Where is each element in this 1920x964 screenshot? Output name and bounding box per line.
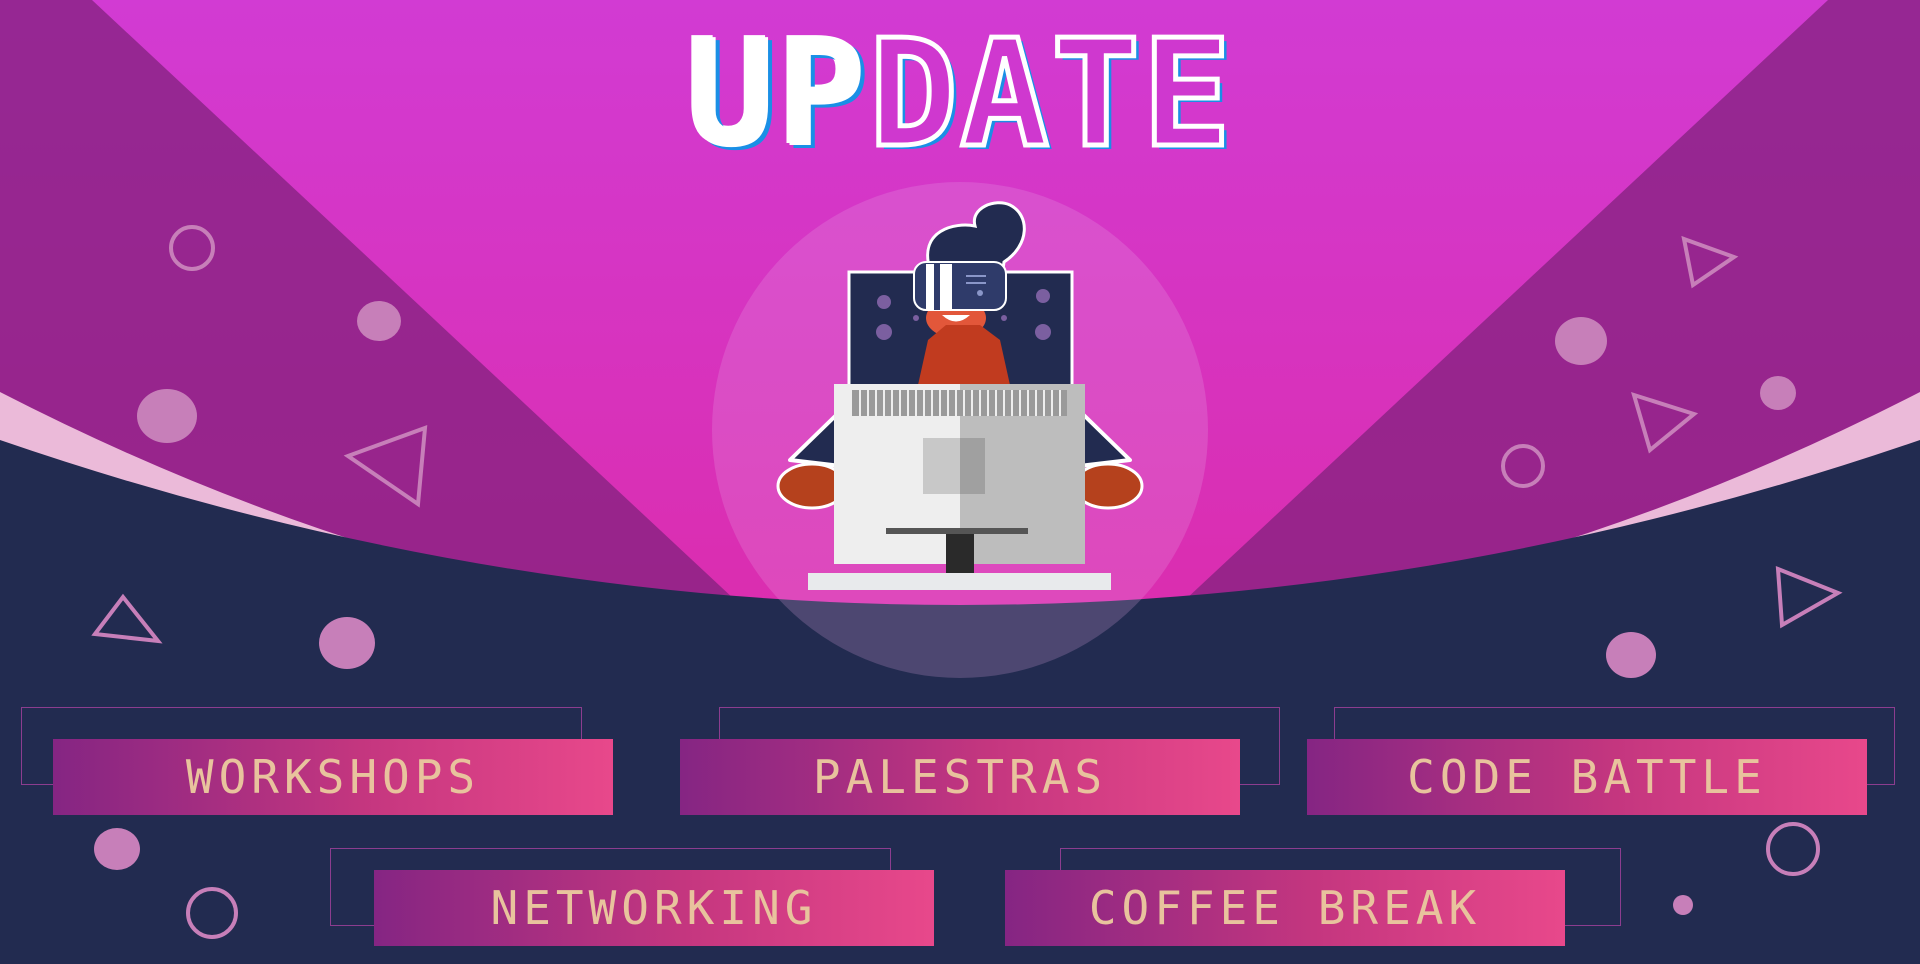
networking-button[interactable]: NETWORKING: [374, 870, 934, 946]
dot-shape: [1760, 376, 1796, 410]
title-part-outline: DATE: [866, 8, 1234, 180]
monitor-stand: [946, 534, 974, 578]
monitor-ports: [886, 528, 1028, 534]
dot-shape: [1606, 632, 1656, 678]
dot-shape: [319, 617, 375, 669]
event-banner: UPDATE WORKSHOPS PALESTRAS CODE BATTLE N…: [0, 0, 1920, 964]
dot-shape: [1555, 317, 1607, 365]
event-title: UPDATE: [0, 18, 1920, 171]
coffee-break-button[interactable]: COFFEE BREAK: [1005, 870, 1565, 946]
vr-person-illustration: [712, 182, 1208, 678]
desk: [808, 573, 1111, 590]
dot-shape: [1673, 895, 1693, 915]
dot-shape: [137, 389, 197, 443]
dot-shape: [357, 301, 401, 341]
title-part-solid: UP: [686, 8, 869, 180]
dot-shape: [94, 828, 140, 870]
palestras-button[interactable]: PALESTRAS: [680, 739, 1240, 815]
workshops-button[interactable]: WORKSHOPS: [53, 739, 613, 815]
code-battle-button[interactable]: CODE BATTLE: [1307, 739, 1867, 815]
